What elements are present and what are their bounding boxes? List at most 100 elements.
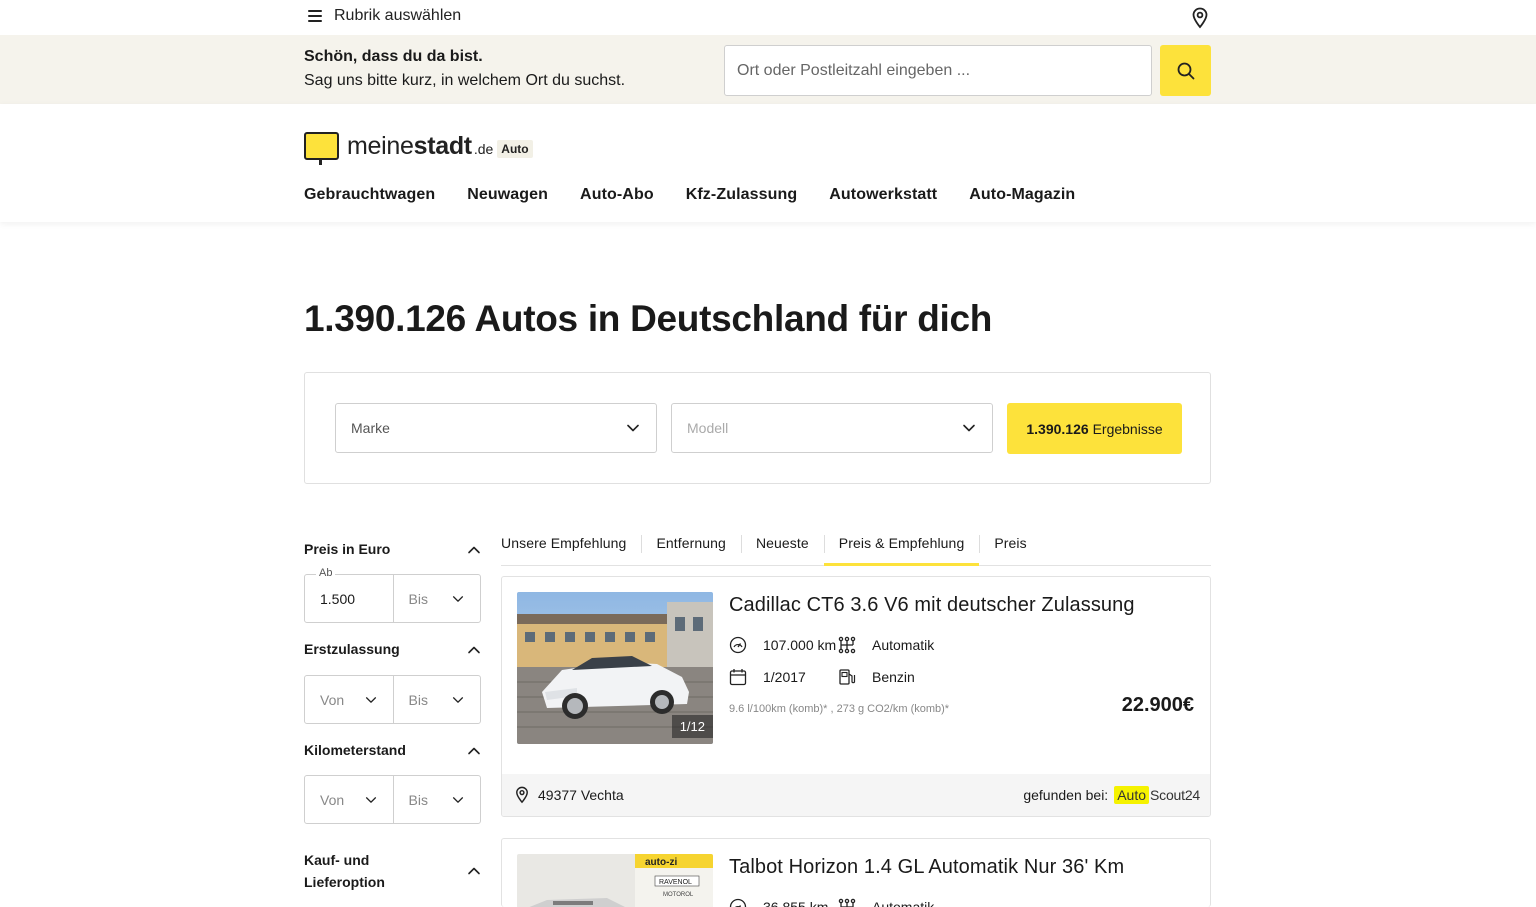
location-prompt-band: Schön, dass du da bist. Sag uns bitte ku… <box>0 35 1536 104</box>
spec-registration: 1/2017 <box>729 668 806 686</box>
model-select[interactable]: Modell <box>671 403 993 453</box>
chevron-up-icon[interactable] <box>466 642 482 658</box>
sort-tabs: Unsere Empfehlung Entfernung Neueste Pre… <box>501 528 1211 566</box>
tab-entfernung[interactable]: Entfernung <box>641 528 741 560</box>
site-header: meine stadt .de Auto Gebrauchtwagen Neuwage… <box>0 104 1536 222</box>
autoscout24-logo-part1: Auto <box>1114 786 1150 804</box>
listing-location: 49377 Vechta <box>514 786 624 804</box>
location-search-button[interactable] <box>1160 45 1211 96</box>
consumption-info: 9.6 l/100km (komb)* , 273 g CO2/km (komb… <box>729 703 950 715</box>
listing-photo[interactable]: auto-zi RAVENOL MOTOROL <box>517 854 713 907</box>
price-from-value: 1.500 <box>320 590 356 607</box>
calendar-icon <box>729 669 747 686</box>
nav-neuwagen[interactable]: Neuwagen <box>467 186 548 204</box>
filter-title-price: Preis in Euro <box>304 541 391 557</box>
chevron-up-icon[interactable] <box>466 542 482 558</box>
top-bar: Rubrik auswählen <box>0 0 1536 35</box>
price-from-input[interactable]: Ab 1.500 <box>305 567 393 622</box>
logo-section-chip: Auto <box>497 140 533 158</box>
map-pin-icon[interactable] <box>1190 7 1210 29</box>
dealer-sign-text-1: auto-zi <box>645 857 677 868</box>
result-count: 1.390.126 <box>304 298 466 339</box>
tab-preis-empfehlung[interactable]: Preis & Empfehlung <box>823 528 980 566</box>
show-results-button[interactable]: 1.390.126 Ergebnisse <box>1007 403 1182 454</box>
chevron-down-icon <box>365 796 376 803</box>
mileage-to-select[interactable]: Bis <box>392 776 481 823</box>
chevron-down-icon <box>452 696 464 703</box>
quick-search-panel: Marke Modell 1.390.126 Ergebnisse <box>304 372 1211 484</box>
listing-location-text: 49377 Vechta <box>538 787 624 803</box>
mileage-to-placeholder: Bis <box>408 791 428 808</box>
price-from-label: Ab <box>316 567 336 579</box>
main-nav: Gebrauchtwagen Neuwagen Auto-Abo Kfz-Zul… <box>304 186 1075 204</box>
location-prompt-text: Sag uns bitte kurz, in welchem Ort du su… <box>304 72 626 89</box>
logo-screen-icon <box>304 132 339 165</box>
listing-card[interactable]: auto-zi RAVENOL MOTOROL Talbot Horizon 1… <box>501 838 1211 907</box>
price-to-select[interactable]: Bis <box>392 575 481 622</box>
chevron-down-icon <box>452 796 464 803</box>
category-menu-button[interactable]: Rubrik auswählen <box>308 7 461 25</box>
title-rest: in Deutschland für dich <box>587 298 993 339</box>
car-photo-image: auto-zi RAVENOL MOTOROL <box>517 854 713 907</box>
location-input[interactable] <box>724 45 1152 96</box>
registration-to-select[interactable]: Bis <box>392 676 481 723</box>
registration-range-filter: Von Bis <box>304 675 481 724</box>
logo-text-meine: meine <box>347 132 414 160</box>
logo-text-stadt: stadt <box>413 132 473 160</box>
fuel-pump-icon <box>839 669 856 685</box>
chevron-up-icon[interactable] <box>466 743 482 759</box>
results-button-label: Ergebnisse <box>1092 420 1163 437</box>
title-bold-word: Autos <box>474 298 579 339</box>
registration-from-placeholder: Von <box>320 691 345 708</box>
site-logo[interactable]: meine stadt .de Auto <box>304 128 533 165</box>
chevron-up-icon[interactable] <box>466 863 482 879</box>
listing-footer: 49377 Vechta gefunden bei: Auto Scout24 <box>502 774 1210 816</box>
listing-source: gefunden bei: Auto Scout24 <box>1023 786 1200 804</box>
gearshift-icon <box>838 636 856 654</box>
page-title: 1.390.126 Autos in Deutschland für dich <box>304 298 992 340</box>
chevron-down-icon <box>963 424 975 432</box>
speedometer-icon <box>729 898 747 907</box>
model-select-placeholder: Modell <box>687 420 729 436</box>
logo-text-de: .de <box>473 141 494 157</box>
location-greeting: Schön, dass du da bist. <box>304 48 483 65</box>
filter-title-mileage: Kilometerstand <box>304 742 406 758</box>
nav-autowerkstatt[interactable]: Autowerkstatt <box>829 186 937 204</box>
nav-gebrauchtwagen[interactable]: Gebrauchtwagen <box>304 186 435 204</box>
price-to-placeholder: Bis <box>408 590 428 607</box>
mileage-from-select[interactable]: Von <box>305 776 393 823</box>
spec-transmission-value: Automatik <box>872 899 935 907</box>
tab-preis[interactable]: Preis <box>979 528 1041 560</box>
chevron-down-icon <box>452 595 464 602</box>
make-select-placeholder: Marke <box>351 420 390 436</box>
listing-price: 22.900€ <box>1121 694 1194 716</box>
nav-kfz-zulassung[interactable]: Kfz-Zulassung <box>686 186 798 204</box>
results-button-count: 1.390.126 <box>1026 420 1089 437</box>
make-select[interactable]: Marke <box>335 403 657 453</box>
spec-fuel-value: Benzin <box>872 669 915 685</box>
search-icon <box>1177 62 1194 79</box>
hamburger-icon <box>308 10 322 22</box>
nav-auto-abo[interactable]: Auto-Abo <box>580 186 654 204</box>
autoscout24-logo: Auto Scout24 <box>1114 786 1200 804</box>
spec-mileage: 107.000 km <box>729 636 836 654</box>
nav-auto-magazin[interactable]: Auto-Magazin <box>969 186 1075 204</box>
spec-mileage-value: 107.000 km <box>763 637 837 653</box>
mileage-from-placeholder: Von <box>320 791 345 808</box>
listing-photo[interactable]: 1/12 <box>517 592 713 744</box>
listing-card[interactable]: 1/12 Cadillac CT6 3.6 V6 mit deutscher Z… <box>501 576 1211 817</box>
registration-to-placeholder: Bis <box>408 691 428 708</box>
tab-neueste[interactable]: Neueste <box>740 528 824 560</box>
image-counter: 1/12 <box>671 715 713 738</box>
listing-title[interactable]: Cadillac CT6 3.6 V6 mit deutscher Zulass… <box>729 594 1135 617</box>
chevron-down-icon <box>365 696 376 703</box>
tab-unsere-empfehlung[interactable]: Unsere Empfehlung <box>501 528 641 560</box>
gearshift-icon <box>838 898 856 907</box>
spec-mileage: 36.855 km <box>729 898 828 907</box>
dealer-sign-text-3: MOTOROL <box>663 892 694 898</box>
spec-transmission-value: Automatik <box>872 637 935 653</box>
autoscout24-logo-part2: Scout24 <box>1150 787 1200 803</box>
registration-from-select[interactable]: Von <box>305 676 393 723</box>
spec-mileage-value: 36.855 km <box>763 899 829 907</box>
listing-title[interactable]: Talbot Horizon 1.4 GL Automatik Nur 36' … <box>729 856 1124 879</box>
